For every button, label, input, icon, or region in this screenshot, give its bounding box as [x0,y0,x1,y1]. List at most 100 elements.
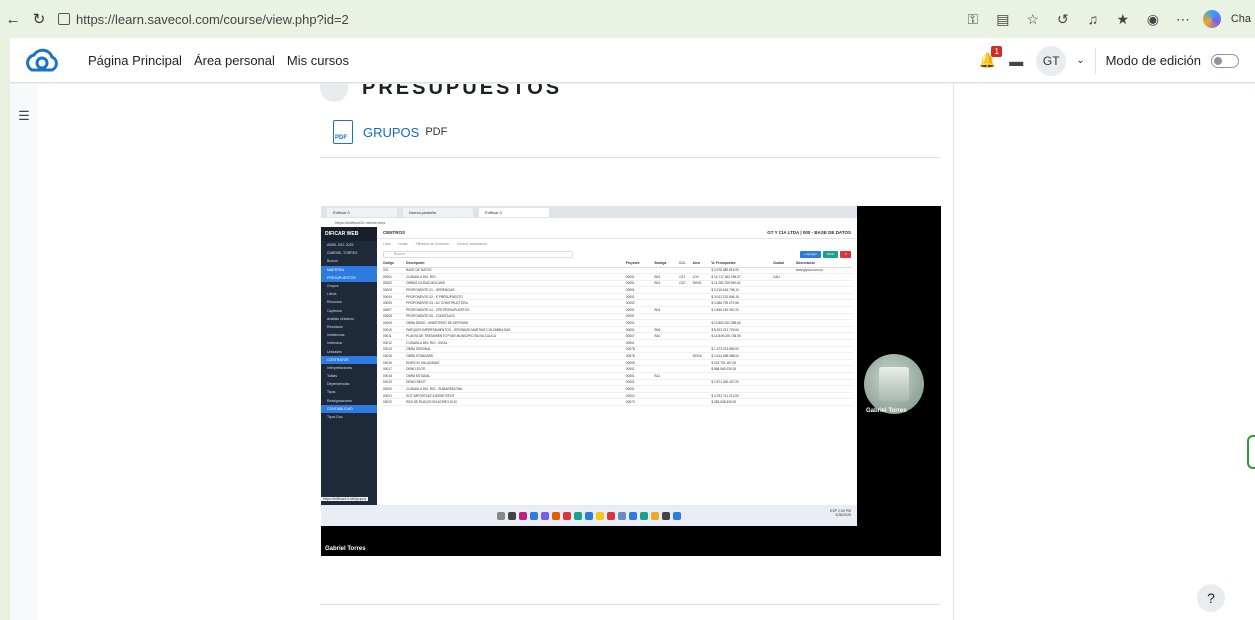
captured-status-link: https://edificar10.net/grupos [321,497,369,501]
captured-table-cell [654,319,680,327]
copilot-label[interactable]: Cha [1231,13,1251,25]
nav-my-courses[interactable]: Mis cursos [287,53,349,68]
captured-table-cell [679,293,693,301]
captured-sidebar-item: Libros [327,292,337,297]
captured-taskbar: ESP 2:30 PM 4/28/2025 [321,505,857,526]
captured-app: DIFICAR WEB ABRIL DEL 2025 GABRIEL TORRES… [321,227,857,505]
captured-sidebar-item: Capítulos [327,308,342,313]
captured-table-row: 00001 CUSADILA DEL RIO 00001 B01 C01 LD0 $ 14.… [383,273,853,281]
reader-icon[interactable]: ▤ [993,9,1013,29]
section-collapse-button[interactable] [320,84,348,102]
captured-table-cell [773,339,796,347]
captured-table-row: 00002 OBRAS CIUDAD BOLIVAR 00001 B01 C02 0000… [383,280,853,288]
captured-table-cell: 00011 [383,332,407,341]
captured-table-cell: 00020 [383,385,407,393]
key-icon[interactable]: ⚿ [963,9,983,29]
captured-table-cell [654,379,680,387]
captured-table-cell: $ 868.065.230,00 [711,365,773,373]
captured-table-cell [654,385,680,393]
activity-link[interactable]: GRUPOS [363,125,419,140]
captured-taskbar-icon [530,511,538,520]
lock-icon [58,13,70,25]
captured-table-cell: $ 3.012.222.846,15 [711,293,773,301]
captured-table-cell [692,392,712,400]
captured-table-cell [679,346,693,354]
section-title: PRESUPUESTOS [362,84,563,99]
captured-table-cell: $ 2.871.330.407,00 [711,379,773,387]
captured-table-cell: $ 13.850.322.398,60 [711,319,773,327]
captured-table-cell [654,346,680,354]
site-logo[interactable] [20,41,64,79]
captured-table-cell: 00003 [383,286,407,294]
captured-taskbar-icon [574,511,582,520]
captured-table-cell: www.gtycia.com.co [795,267,853,275]
captured-table-row: 00016 EDIFICIO SALUDABLE 00008 $ 232.751.18… [383,359,853,367]
captured-table-cell: 00010 [383,326,407,334]
help-button[interactable]: ? [1197,584,1225,612]
notifications-bell-icon[interactable]: 🔔 1 [979,46,1003,69]
captured-table-row: 00011 PLANTA DE TRATAMIENTO PTAR MUNICIPI… [383,332,853,341]
captured-table-cell: 00002 [383,280,407,288]
captured-table-cell [654,339,680,347]
captured-table-cell: 00001 [625,372,655,380]
edit-mode-toggle[interactable] [1211,53,1239,68]
profile-icon[interactable]: ◉ [1143,9,1163,29]
captured-table-cell [654,293,680,301]
captured-table-cell: $ 8.203.212.729,60 [711,326,773,334]
back-icon[interactable]: ← [0,6,26,32]
captured-table-row: 00020 CUSADILA DEL RIO - SUMAREDIONA 00001 [383,385,853,393]
captured-table-cell: 00078 [625,346,655,354]
more-icon[interactable]: ⋯ [1173,9,1193,29]
captured-table-cell [654,267,680,275]
captured-table-cell [773,365,796,373]
address-bar[interactable]: https://learn.savecol.com/course/view.ph… [58,7,349,31]
user-menu-chevron-icon[interactable]: ⌄ [1076,55,1084,66]
copilot-icon[interactable] [1202,10,1221,28]
side-extension-tab[interactable] [1247,435,1255,469]
captured-table-cell: 00013 [383,346,407,354]
captured-table-cell: PROPONENTE 05 - CONSTALES [406,313,626,321]
captured-table-cell: 00008 [383,313,407,321]
captured-table-cell: $ 14.717.363.298,57 [711,273,773,281]
captured-table-cell: 00019 [383,379,407,387]
captured-sidebar-item: CONTRATOS [321,355,377,364]
captured-tab: Nueva pestaña [403,207,473,217]
captured-sidebar-item: CONTABILIDAD [321,404,377,413]
top-navbar: Página Principal Área personal Mis curso… [10,38,1255,83]
right-block-region: ? [953,84,1255,620]
favorites-icon[interactable]: ★ [1113,9,1133,29]
reload-icon[interactable]: ↻ [26,6,52,32]
captured-taskbar-icon [497,511,505,520]
captured-table-row: 00004 PROPONENTE 02 - E PRESUPUESTO 00001 $… [383,293,853,301]
captured-buttons: + Agregar Filtrar ✕ [799,250,851,258]
captured-table-cell [692,286,712,294]
captured-table-cell [692,306,712,314]
captured-table-cell: 00016 [383,359,407,367]
captured-table-cell [692,267,712,275]
captured-table-cell: SGT IMPORTADO DESDE REVIT [406,392,626,400]
activity-resource[interactable]: PDF GRUPOS PDF [333,120,447,144]
captured-table-cell [795,286,853,294]
captured-table-cell [654,313,680,321]
captured-table-cell [773,293,796,301]
nav-dashboard[interactable]: Área personal [194,53,275,68]
captured-table-cell [679,267,693,275]
captured-table-cell: $ 383.638.300,00 [711,398,773,406]
captured-sidebar-item: Tipos [327,390,336,395]
nav-home[interactable]: Página Principal [88,53,182,68]
captured-table-cell: PROPONENTE 02 - E PRESUPUESTO [406,293,626,301]
captured-table-cell [679,392,693,400]
captured-table-cell [795,372,853,380]
moodle-page: Página Principal Área personal Mis curso… [0,38,1255,620]
favorite-star-icon[interactable]: ☆ [1023,9,1043,29]
embedded-video[interactable]: Edificar 0 Nueva pestaña Edificar 0 http… [321,206,941,556]
media-icon[interactable]: ♫ [1083,9,1103,29]
captured-tab-item: Filtrados de Contexto [415,241,449,246]
course-index-list-icon[interactable]: ☰ [14,106,34,126]
user-avatar[interactable]: GT [1036,45,1067,76]
refresh-extension-icon[interactable]: ↺ [1053,9,1073,29]
messages-icon[interactable]: ▬ [1006,51,1026,71]
captured-table-cell: CUSADILA DEL RIO - SUMAREDIONA [406,385,626,393]
captured-taskbar-icon [651,511,659,520]
captured-tab-item: Notas [398,241,408,246]
